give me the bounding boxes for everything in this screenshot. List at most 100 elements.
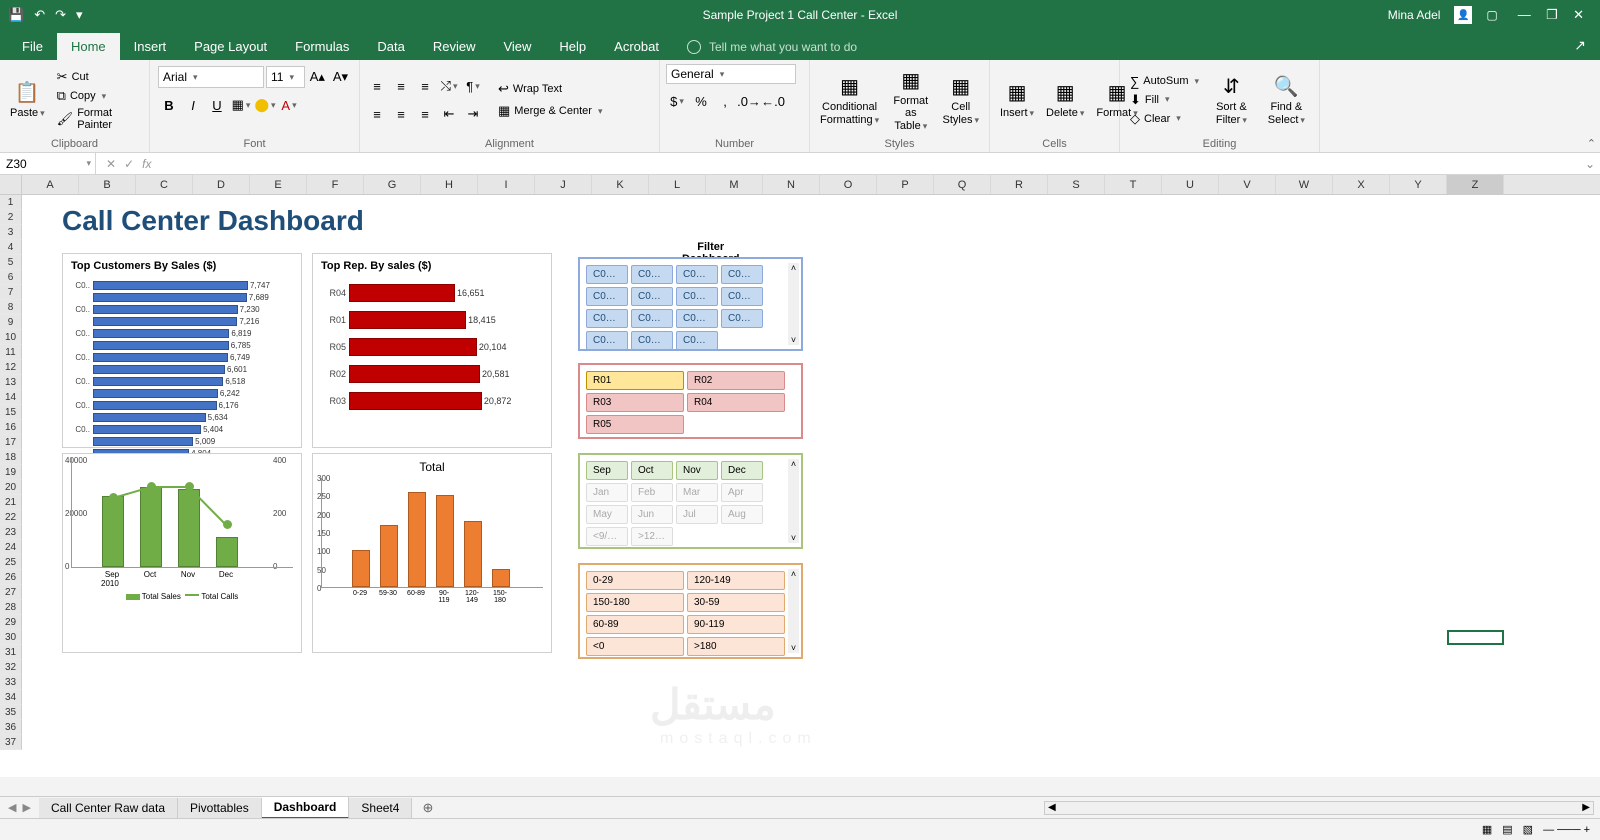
slicer-item[interactable]: C00… xyxy=(586,309,628,328)
row-header[interactable]: 21 xyxy=(0,495,22,510)
slicer-item[interactable]: R03 xyxy=(586,393,684,412)
slicer-ranges[interactable]: 0-29120-149150-18030-5960-8990-119<0>180… xyxy=(578,563,803,659)
row-header[interactable]: 13 xyxy=(0,375,22,390)
tab-data[interactable]: Data xyxy=(363,33,418,60)
sheet-tab-raw-data[interactable]: Call Center Raw data xyxy=(39,798,178,818)
row-header[interactable]: 22 xyxy=(0,510,22,525)
column-header[interactable]: J xyxy=(535,175,592,194)
fill-color-button[interactable]: ⬤ xyxy=(254,94,276,116)
row-header[interactable]: 11 xyxy=(0,345,22,360)
tab-view[interactable]: View xyxy=(489,33,545,60)
scroll-up-icon[interactable]: ˄ xyxy=(791,263,796,273)
slicer-item[interactable]: C00… xyxy=(676,331,718,350)
italic-button[interactable]: I xyxy=(182,94,204,116)
column-header[interactable]: R xyxy=(991,175,1048,194)
align-center-icon[interactable]: ≡ xyxy=(390,103,412,125)
scroll-down-icon[interactable]: ˅ xyxy=(791,533,796,543)
accounting-format-icon[interactable]: $ xyxy=(666,90,688,112)
merge-center-button[interactable]: ▦Merge & Center xyxy=(494,102,606,120)
row-header[interactable]: 17 xyxy=(0,435,22,450)
next-sheet-icon[interactable]: ▶ xyxy=(22,801,30,814)
view-page-layout-icon[interactable]: ▤ xyxy=(1502,823,1512,836)
tab-formulas[interactable]: Formulas xyxy=(281,33,363,60)
slicer-item[interactable]: Sep xyxy=(586,461,628,480)
slicer-item[interactable]: C00… xyxy=(631,331,673,350)
row-header[interactable]: 27 xyxy=(0,585,22,600)
column-header[interactable]: S xyxy=(1048,175,1105,194)
copy-button[interactable]: ⧉Copy xyxy=(53,87,143,105)
view-page-break-icon[interactable]: ▧ xyxy=(1523,823,1533,836)
slicer-item[interactable]: R04 xyxy=(687,393,785,412)
slicer-item[interactable]: C00… xyxy=(676,265,718,284)
align-left-icon[interactable]: ≡ xyxy=(366,103,388,125)
slicer-months[interactable]: SepOctNovDecJanFebMarAprMayJunJulAug<9/…… xyxy=(578,453,803,549)
slicer-item[interactable]: 30-59 xyxy=(687,593,785,612)
font-size-select[interactable]: 11 xyxy=(266,66,305,88)
sheet-tab-sheet4[interactable]: Sheet4 xyxy=(349,798,412,818)
slicer-item[interactable]: C00… xyxy=(721,287,763,306)
chart-top-customers[interactable]: Top Customers By Sales ($) C0..7,7477,68… xyxy=(62,253,302,448)
row-header[interactable]: 7 xyxy=(0,285,22,300)
zoom-slider[interactable]: — ─── + xyxy=(1543,824,1590,836)
column-header[interactable]: U xyxy=(1162,175,1219,194)
increase-indent-icon[interactable]: ⇥ xyxy=(462,103,484,125)
row-header[interactable]: 10 xyxy=(0,330,22,345)
tab-acrobat[interactable]: Acrobat xyxy=(600,33,673,60)
column-header[interactable]: X xyxy=(1333,175,1390,194)
slicer-item[interactable]: Nov xyxy=(676,461,718,480)
slicer-item[interactable]: C00… xyxy=(721,265,763,284)
close-icon[interactable]: ✕ xyxy=(1567,7,1590,22)
slicer-item[interactable]: Dec xyxy=(721,461,763,480)
sheet-tab-dashboard[interactable]: Dashboard xyxy=(262,797,350,819)
column-header[interactable]: F xyxy=(307,175,364,194)
autosum-button[interactable]: ∑AutoSum xyxy=(1126,73,1203,90)
slicer-item[interactable]: Jul xyxy=(676,505,718,524)
decrease-font-icon[interactable]: A▾ xyxy=(330,66,351,88)
slicer-item[interactable]: R02 xyxy=(687,371,785,390)
column-header[interactable]: O xyxy=(820,175,877,194)
scroll-down-icon[interactable]: ˅ xyxy=(791,335,796,345)
slicer-item[interactable]: C00… xyxy=(721,309,763,328)
column-header[interactable]: Y xyxy=(1390,175,1447,194)
sort-filter-button[interactable]: ⇵Sort & Filter xyxy=(1207,64,1256,136)
slicer-item[interactable]: 90-119 xyxy=(687,615,785,634)
worksheet-grid[interactable]: ABCDEFGHIJKLMNOPQRSTUVWXYZ 1234567891011… xyxy=(0,175,1600,777)
share-icon[interactable]: ↗ xyxy=(1560,31,1600,60)
maximize-icon[interactable]: ❐ xyxy=(1540,7,1564,22)
wrap-text-button[interactable]: ↩Wrap Text xyxy=(494,80,606,98)
row-header[interactable]: 12 xyxy=(0,360,22,375)
column-header[interactable]: Q xyxy=(934,175,991,194)
tab-page-layout[interactable]: Page Layout xyxy=(180,33,281,60)
format-as-table-button[interactable]: ▦Format as Table xyxy=(887,64,934,136)
column-header[interactable]: W xyxy=(1276,175,1333,194)
slicer-item[interactable]: C00… xyxy=(631,287,673,306)
column-header[interactable]: P xyxy=(877,175,934,194)
slicer-item[interactable]: Apr xyxy=(721,483,763,502)
row-header[interactable]: 2 xyxy=(0,210,22,225)
slicer-item[interactable]: C00… xyxy=(586,287,628,306)
row-header[interactable]: 16 xyxy=(0,420,22,435)
conditional-formatting-button[interactable]: ▦Conditional Formatting xyxy=(816,64,883,136)
collapse-ribbon-icon[interactable]: ⌃ xyxy=(1587,137,1596,150)
slicer-item[interactable]: C00… xyxy=(676,309,718,328)
undo-icon[interactable]: ↶ xyxy=(34,7,45,23)
redo-icon[interactable]: ↷ xyxy=(55,7,66,23)
bold-button[interactable]: B xyxy=(158,94,180,116)
slicer-item[interactable]: Mar xyxy=(676,483,718,502)
slicer-item[interactable]: >12… xyxy=(631,527,673,546)
border-button[interactable]: ▦ xyxy=(230,94,252,116)
row-header[interactable]: 37 xyxy=(0,735,22,750)
slicer-item[interactable]: C00… xyxy=(631,265,673,284)
cancel-formula-icon[interactable]: ✕ xyxy=(106,157,116,171)
slicer-item[interactable]: Aug xyxy=(721,505,763,524)
chart-total-histogram[interactable]: Total 300250200150100500 0-2959-3060-899… xyxy=(312,453,552,653)
column-header[interactable]: C xyxy=(136,175,193,194)
expand-formula-bar-icon[interactable]: ⌄ xyxy=(1580,153,1600,174)
name-box[interactable]: Z30 xyxy=(0,153,96,174)
row-header[interactable]: 14 xyxy=(0,390,22,405)
text-direction-icon[interactable]: ¶ xyxy=(462,75,484,97)
align-right-icon[interactable]: ≡ xyxy=(414,103,436,125)
tab-file[interactable]: File xyxy=(8,33,57,60)
column-header[interactable]: V xyxy=(1219,175,1276,194)
row-header[interactable]: 8 xyxy=(0,300,22,315)
